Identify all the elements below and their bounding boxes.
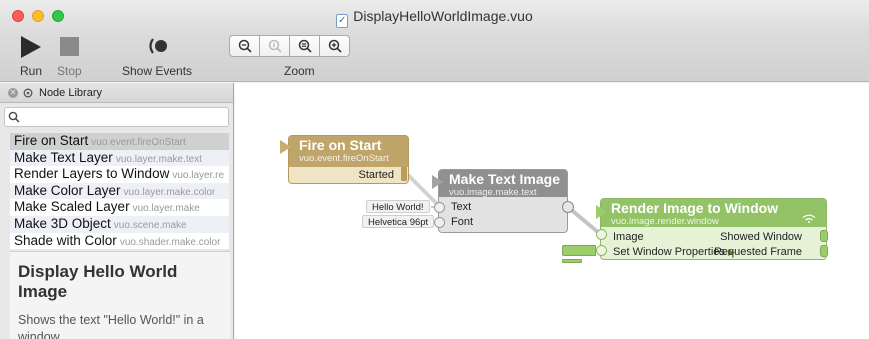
node-list-item[interactable]: Make 3D Object vuo.scene.make [10,215,229,233]
node-library-title: Node Library [39,86,102,99]
stop-icon [60,37,79,56]
zoom-actual-icon [268,39,282,53]
requested-frame-port[interactable] [820,245,828,257]
node-list-item-title: Render Layers to Window [14,166,170,182]
showed-window-port[interactable] [820,230,828,242]
node-list-item[interactable]: Make Color Layer vuo.layer.make.color [10,182,229,200]
render-image-to-window-node[interactable]: Render Image to Window vuo.image.render.… [600,198,827,260]
fire-on-start-header: Fire on Start vuo.event.fireOnStart [289,136,408,167]
zoom-fit-icon [298,39,312,53]
refresh-port-icon[interactable] [280,140,292,154]
render-image-header: Render Image to Window vuo.image.render.… [601,199,826,227]
node-list-item-title: Fire on Start [14,133,89,148]
font-constant[interactable]: Helvetica 96pt [362,215,435,228]
zoom-in-icon [328,39,342,53]
text-constant[interactable]: Hello World! [366,200,430,213]
library-search-field[interactable] [4,107,229,127]
node-list-item-title: Make 3D Object [14,215,111,231]
node-list-item-class: vuo.layer.re [172,170,225,182]
show-events-label: Show Events [122,64,193,78]
started-output-label: Started [358,169,394,181]
composition-canvas[interactable]: Fire on Start vuo.event.fireOnStart Star… [235,83,869,339]
node-list-item-title: Make Color Layer [14,182,121,198]
set-window-properties-port[interactable] [596,245,607,256]
zoom-to-fit-button[interactable] [289,35,320,57]
zoom-label: Zoom [284,64,315,78]
font-input-label: Font [451,216,474,228]
make-text-image-ports: Text Font [439,197,567,230]
text-input-label: Text [451,201,472,213]
text-input-port[interactable] [434,202,445,213]
zoom-actual-size-button[interactable] [259,35,290,57]
run-label: Run [20,64,43,78]
library-options-icon[interactable] [23,88,33,98]
font-input-port[interactable] [434,217,445,228]
vuo-document-icon: ✓ [336,14,349,28]
make-text-image-title: Make Text Image [449,171,561,187]
showed-window-label: Showed Window [720,231,802,243]
node-list-item[interactable]: Make Scaled Layer vuo.layer.make [10,199,229,216]
set-window-properties-label: Set Window Properties [613,246,725,258]
node-list-item-class: vuo.scene.make [113,219,187,231]
fire-on-start-title: Fire on Start [299,137,382,153]
node-list-item-class: vuo.event.fireOnStart [91,137,186,148]
started-output-port[interactable] [401,167,407,181]
image-input-port[interactable] [596,229,607,240]
node-list-item-class: vuo.layer.make [132,203,200,215]
zoom-control [229,35,350,57]
play-icon [21,36,41,58]
make-text-image-header: Make Text Image vuo.image.make.text [439,170,567,198]
fire-on-start-node[interactable]: Fire on Start vuo.event.fireOnStart Star… [288,135,409,184]
doc-description: Shows the text "Hello World!" in a windo… [18,313,204,339]
node-list-item-title: Make Text Layer [14,149,113,165]
stop-label: Stop [57,64,82,78]
render-refresh-port-icon[interactable] [596,205,608,219]
node-list-item-class: vuo.layer.make.text [115,153,202,165]
node-list-item-class: vuo.shader.make.color [119,236,221,248]
stop-button[interactable]: Stop [54,32,90,82]
image-output-port[interactable] [562,201,574,213]
node-class-list: Fire on Start vuo.event.fireOnStart Make T… [10,133,229,249]
zoom-in-button[interactable] [319,35,350,57]
node-list-item[interactable]: Render Layers to Window vuo.layer.re [10,166,229,183]
doc-title: Display Hello World Image [18,262,178,301]
show-events-icon [149,38,167,54]
node-list-item-class: vuo.layer.make.color [123,186,216,198]
run-button[interactable]: Run [14,32,54,82]
render-image-class: vuo.image.render.window [611,216,719,227]
wifi-icon [802,214,816,223]
render-image-title: Render Image to Window [611,200,779,216]
fire-on-start-class: vuo.event.fireOnStart [299,153,389,164]
zoom-out-icon [238,39,252,53]
text-refresh-port-icon[interactable] [432,175,444,189]
node-documentation-panel: Display Hello World Image Shows the text… [10,251,230,339]
render-port-row-2: Set Window Properties ▶ Requested Frame [613,245,814,259]
make-text-image-class: vuo.image.make.text [449,187,537,198]
show-events-button[interactable]: Show Events [118,32,198,82]
make-text-image-node[interactable]: Make Text Image vuo.image.make.text Text… [438,169,568,233]
window-properties-constant-edge [562,259,582,263]
toolbar: Run Stop Show Events Zoom [0,32,869,82]
search-icon [8,111,20,123]
node-list-item-title: Shade with Color [14,232,117,248]
render-image-ports: Image Showed Window Set Window Propertie… [601,227,826,259]
node-list-item[interactable]: Shade with Color vuo.shader.make.color [10,233,229,249]
window-title: DisplayHelloWorldImage.vuo [353,8,533,24]
window-title-container: ✓ DisplayHelloWorldImage.vuo [0,8,869,28]
node-list-item-title: Make Scaled Layer [14,199,130,215]
node-library-header: ✕ Node Library [0,83,233,103]
window-properties-constant[interactable] [562,245,596,256]
node-list-item[interactable]: Fire on Start vuo.event.fireOnStart [10,133,229,150]
cable-image-to-render [566,205,601,235]
close-library-icon[interactable]: ✕ [8,87,18,98]
title-bar: ✓ DisplayHelloWorldImage.vuo [0,0,869,32]
image-input-label: Image [613,231,644,243]
requested-frame-label: Requested Frame [713,246,802,258]
render-port-row-1: Image Showed Window [613,230,814,245]
zoom-out-button[interactable] [229,35,260,57]
node-library-panel: ✕ Node Library Fire on Start vuo.event.fi… [0,83,234,339]
node-list-item[interactable]: Make Text Layer vuo.layer.make.text [10,149,229,167]
